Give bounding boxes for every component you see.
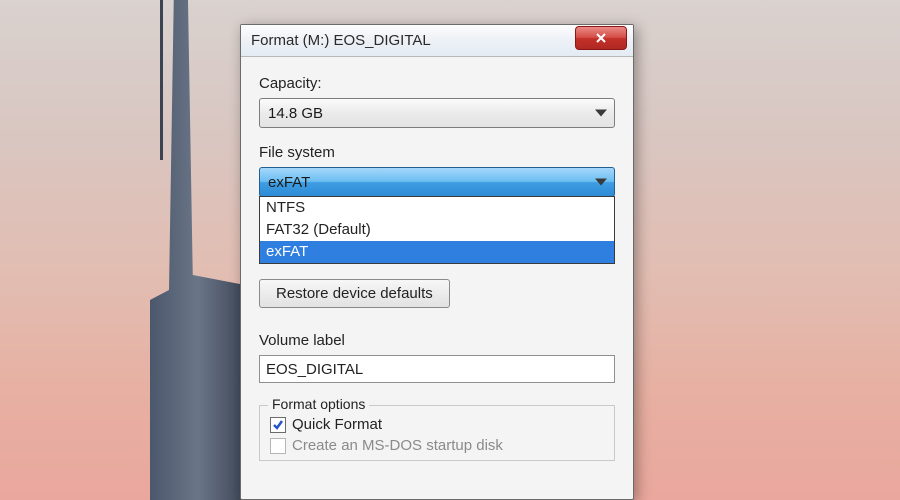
filesystem-option-fat32[interactable]: FAT32 (Default) (260, 219, 614, 241)
capacity-dropdown[interactable]: 14.8 GB (259, 98, 615, 128)
filesystem-option-exfat[interactable]: exFAT (260, 241, 614, 263)
filesystem-option-ntfs[interactable]: NTFS (260, 197, 614, 219)
format-options-group: Format options Quick Format Create an MS… (259, 405, 615, 461)
close-button[interactable] (575, 26, 627, 50)
format-dialog: Format (M:) EOS_DIGITAL Capacity: 14.8 G… (240, 24, 634, 500)
filesystem-options-list: NTFS FAT32 (Default) exFAT (259, 196, 615, 264)
quick-format-row: Quick Format (270, 416, 604, 433)
close-icon (594, 32, 608, 44)
msdos-label: Create an MS-DOS startup disk (292, 437, 503, 454)
msdos-row: Create an MS-DOS startup disk (270, 437, 604, 454)
filesystem-field: exFAT NTFS FAT32 (Default) exFAT (259, 167, 615, 197)
dialog-body: Capacity: 14.8 GB File system exFAT NTFS… (241, 57, 633, 461)
volume-label-input[interactable]: EOS_DIGITAL (259, 355, 615, 383)
window-title: Format (M:) EOS_DIGITAL (251, 32, 575, 49)
volume-label-value: EOS_DIGITAL (266, 361, 363, 378)
capacity-label: Capacity: (259, 75, 615, 92)
filesystem-label: File system (259, 144, 615, 161)
titlebar: Format (M:) EOS_DIGITAL (241, 25, 633, 57)
background-antenna (160, 0, 163, 160)
chevron-down-icon (595, 110, 607, 117)
check-icon (272, 419, 284, 431)
background-building (150, 0, 245, 500)
quick-format-label: Quick Format (292, 416, 382, 433)
capacity-value: 14.8 GB (268, 105, 323, 122)
format-options-legend: Format options (268, 396, 369, 412)
volume-label: Volume label (259, 332, 615, 349)
restore-defaults-label: Restore device defaults (276, 285, 433, 302)
filesystem-value: exFAT (268, 174, 310, 191)
chevron-down-icon (595, 179, 607, 186)
msdos-checkbox[interactable] (270, 438, 286, 454)
filesystem-dropdown[interactable]: exFAT (259, 167, 615, 197)
restore-defaults-button[interactable]: Restore device defaults (259, 279, 450, 308)
quick-format-checkbox[interactable] (270, 417, 286, 433)
